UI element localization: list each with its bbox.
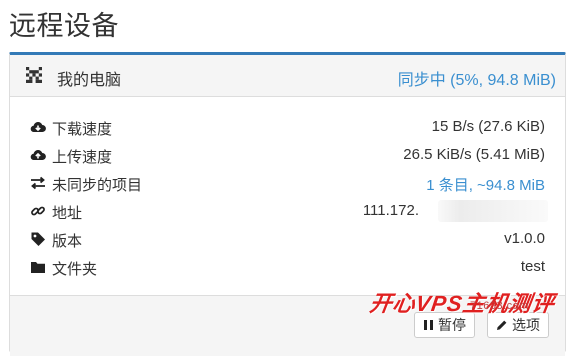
folders-label: 文件夹 [52, 261, 98, 278]
version-label: 版本 [52, 233, 83, 250]
address-value: 111.172. [362, 202, 419, 219]
upload-rate-value: 26.5 KiB/s (5.41 MiB) [403, 146, 545, 163]
pencil-icon [497, 320, 507, 330]
pause-icon [424, 320, 433, 330]
pause-button-label: 暂停 [438, 317, 466, 333]
row-out-of-sync: 未同步的项目 1 条目, ~94.8 MiB [10, 170, 565, 198]
watermark-url: 71633.com [470, 300, 529, 312]
folder-icon [31, 262, 45, 273]
tag-icon [31, 232, 45, 246]
version-value: v1.0.0 [504, 230, 545, 247]
row-version: 版本 v1.0.0 [10, 226, 565, 254]
device-identicon-icon [26, 67, 42, 83]
row-address: 地址 111.172. [10, 198, 565, 226]
address-redaction [438, 200, 548, 222]
device-name: 我的电脑 [57, 72, 122, 89]
cloud-upload-icon [30, 149, 46, 161]
folders-value: test [520, 258, 545, 275]
link-icon [31, 206, 45, 216]
cloud-download-icon [30, 121, 46, 133]
row-upload-rate: 上传速度 26.5 KiB/s (5.41 MiB) [10, 142, 565, 170]
out-of-sync-label: 未同步的项目 [52, 177, 143, 194]
row-folders: 文件夹 test [10, 254, 565, 282]
exchange-arrows-icon [31, 176, 45, 190]
page-title: 远程设备 [9, 11, 119, 41]
upload-rate-label: 上传速度 [52, 149, 113, 166]
out-of-sync-items-link[interactable]: 1 条目, ~94.8 MiB [426, 174, 545, 195]
device-panel-header[interactable]: 我的电脑 同步中 (5%, 94.8 MiB) [10, 55, 565, 97]
download-rate-value: 15 B/s (27.6 KiB) [431, 118, 545, 135]
device-sync-status: 同步中 (5%, 94.8 MiB) [397, 72, 556, 89]
row-download-rate: 下载速度 15 B/s (27.6 KiB) [10, 114, 565, 142]
options-button-label: 选项 [512, 317, 540, 333]
download-rate-label: 下载速度 [52, 121, 113, 138]
address-label: 地址 [52, 205, 83, 222]
